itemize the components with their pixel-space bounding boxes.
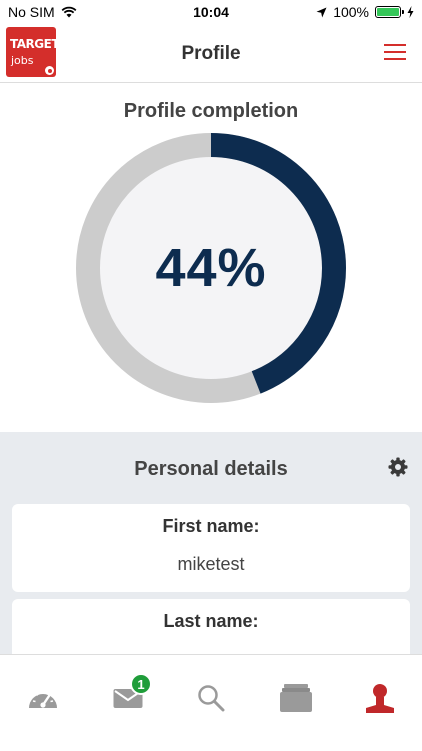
tab-dashboard[interactable]	[25, 681, 61, 715]
status-right: 100%	[316, 4, 414, 20]
hamburger-menu-icon[interactable]	[384, 44, 406, 60]
app-header: TARGET jobs Profile	[0, 24, 422, 83]
search-icon	[198, 685, 225, 712]
battery-percent: 100%	[333, 4, 369, 20]
first-name-label: First name:	[162, 516, 260, 536]
tab-cards[interactable]	[278, 681, 314, 715]
page-title: Profile	[181, 43, 241, 64]
personal-details-title: Personal details	[134, 458, 288, 480]
last-name-card[interactable]: Last name:	[12, 599, 410, 654]
tab-search[interactable]	[193, 681, 229, 715]
gear-icon[interactable]	[388, 457, 408, 477]
profile-person-icon	[366, 684, 394, 713]
dashboard-gauge-icon	[29, 690, 57, 708]
bottom-tab-bar: 1	[0, 654, 422, 751]
completion-percent: 44%	[155, 238, 267, 298]
messages-badge: 1	[130, 673, 152, 695]
tab-profile[interactable]	[362, 681, 398, 715]
cards-stack-icon	[280, 684, 312, 712]
battery-icon	[375, 6, 404, 18]
first-name-card[interactable]: First name: miketest	[12, 504, 410, 592]
status-bar: No SIM 10:04 100%	[0, 0, 422, 24]
personal-details-section: Personal details First name: miketest La…	[0, 432, 422, 654]
location-arrow-icon	[316, 7, 327, 17]
first-name-value: miketest	[177, 554, 245, 574]
logo-target-dot-icon	[45, 66, 54, 75]
charging-bolt-icon	[407, 6, 414, 18]
profile-completion-title: Profile completion	[123, 100, 299, 122]
last-name-label: Last name:	[163, 611, 259, 631]
